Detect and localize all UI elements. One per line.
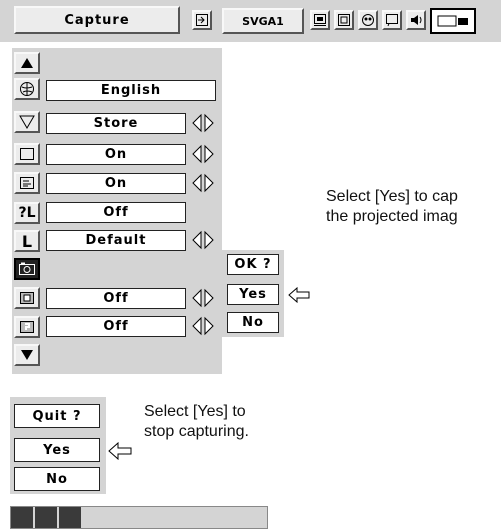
store-adjust-arrows[interactable] [190,112,216,134]
quit-yes-button[interactable]: Yes [14,438,100,462]
down-arrow-icon[interactable] [14,344,40,366]
capture-instruction-line1: Select [Yes] to cap [326,188,458,205]
display-icon[interactable] [14,143,40,165]
language-icon[interactable] [14,78,40,100]
store-icon[interactable] [14,111,40,133]
quit-question: Quit ? [14,404,100,428]
quit-instruction-text: Select [Yes] to stop capturing. [144,402,294,442]
display-field[interactable]: On [46,144,186,165]
quit-instruction-line2: stop capturing. [144,423,249,440]
left-right-arrows-icon [192,230,214,250]
input-icon[interactable] [192,10,212,30]
left-right-arrows-icon [192,288,214,308]
menu-display-adjust-arrows[interactable] [190,172,216,194]
progress-segment [35,507,57,528]
power-management-adjust-arrows[interactable] [190,287,216,309]
display-adjust-arrows[interactable] [190,143,216,165]
menu-display-icon[interactable] [14,172,40,194]
capture-icon[interactable] [430,8,476,34]
screen-icon[interactable] [334,10,354,30]
capture-progress-fill [11,507,83,528]
up-arrow-icon[interactable] [14,52,40,74]
power-management-icon[interactable] [14,287,40,309]
progress-segment [11,507,33,528]
left-right-arrows-icon [192,316,214,336]
sound-icon[interactable] [406,10,426,30]
key-lock-field[interactable]: Off [46,202,186,223]
capture-item-icon[interactable] [14,258,40,280]
logo-icon[interactable]: L [14,230,40,252]
security-icon[interactable] [14,316,40,338]
capture-title-button[interactable]: Capture [14,6,180,34]
menu-display-field[interactable]: On [46,173,186,194]
confirm-question: OK ? [227,254,279,275]
key-lock-icon[interactable]: ?L [14,202,40,224]
store-field[interactable]: Store [46,113,186,134]
language-field[interactable]: English [46,80,216,101]
security-adjust-arrows[interactable] [190,315,216,337]
pointer-arrow-icon [108,441,132,461]
left-right-arrows-icon [192,173,214,193]
logo-field[interactable]: Default [46,230,186,251]
progress-segment [59,507,81,528]
power-management-field[interactable]: Off [46,288,186,309]
source-label: SVGA1 [222,8,304,34]
quit-instruction-line1: Select [Yes] to [144,403,246,420]
security-field[interactable]: Off [46,316,186,337]
confirm-no-button[interactable]: No [227,312,279,333]
capture-progress-bar [10,506,268,529]
confirm-yes-button[interactable]: Yes [227,284,279,305]
quit-no-button[interactable]: No [14,467,100,491]
left-right-arrows-icon [192,144,214,164]
capture-instruction-line2: the projected imag [326,208,458,225]
setting-icon[interactable] [382,10,402,30]
left-right-arrows-icon [192,113,214,133]
pointer-arrow-icon [288,286,310,304]
capture-instruction-text: Select [Yes] to cap the projected imag [326,187,501,227]
color-icon[interactable] [358,10,378,30]
image-adjust-icon[interactable] [310,10,330,30]
logo-adjust-arrows[interactable] [190,229,216,251]
